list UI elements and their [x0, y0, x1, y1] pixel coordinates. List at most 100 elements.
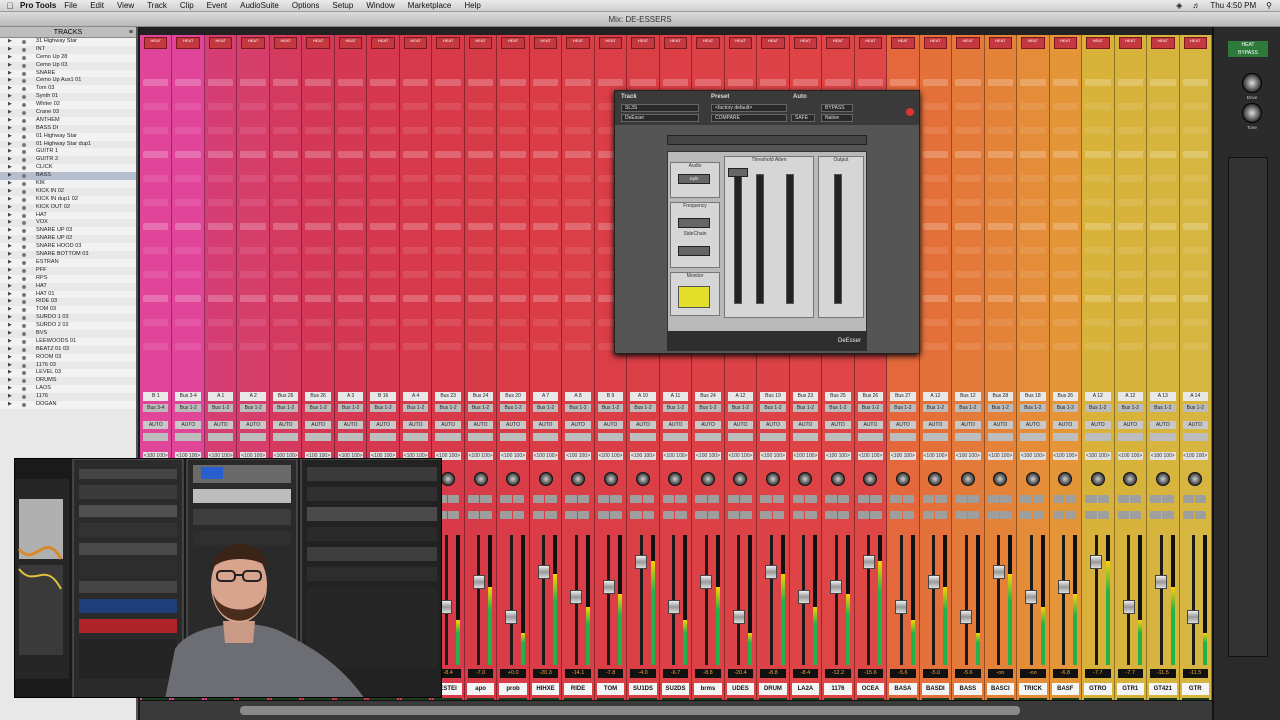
insert-slot[interactable] — [207, 199, 234, 206]
insert-slot[interactable] — [467, 295, 494, 302]
volume-fader[interactable] — [570, 590, 583, 604]
output-selector[interactable]: Bus 1-2 — [175, 404, 201, 412]
insert-slot[interactable] — [272, 103, 299, 110]
insert-slot[interactable] — [922, 127, 949, 134]
insert-heat[interactable]: HEAT — [696, 37, 720, 49]
track-visibility-icon[interactable] — [22, 331, 26, 336]
volume-readout[interactable]: -8.8 — [695, 669, 721, 678]
expand-icon[interactable]: ▶ — [8, 393, 12, 401]
output-selector[interactable]: Bus 1-2 — [955, 404, 981, 412]
insert-slot[interactable] — [272, 343, 299, 350]
pan-knob[interactable] — [733, 472, 748, 486]
track-visibility-icon[interactable] — [22, 47, 26, 52]
expand-icon[interactable]: ▶ — [8, 219, 12, 227]
pan-knob[interactable] — [928, 472, 943, 486]
track-visibility-icon[interactable] — [22, 150, 26, 155]
insert-slot[interactable] — [337, 151, 364, 158]
insert-slot[interactable] — [1020, 103, 1046, 110]
insert-slot[interactable] — [305, 79, 331, 86]
wifi-icon[interactable]: ◈ — [1176, 1, 1182, 10]
group-selector[interactable] — [760, 433, 786, 441]
insert-slot[interactable] — [1150, 343, 1176, 350]
record-button[interactable] — [565, 495, 577, 503]
output-selector[interactable]: Bus 1-2 — [532, 404, 559, 412]
input-monitor-button[interactable] — [1000, 495, 1012, 503]
insert-slot[interactable] — [1117, 343, 1144, 350]
track-list-item[interactable]: ▶ BASS — [0, 172, 136, 181]
track-list-item[interactable]: ▶ INT — [0, 46, 136, 54]
insert-slot[interactable] — [955, 247, 981, 254]
insert-slot[interactable] — [630, 79, 656, 86]
insert-slot[interactable] — [1150, 199, 1176, 206]
insert-slot[interactable] — [1150, 79, 1176, 86]
track-list-item[interactable]: ▶ Cemo Up Aux1 01 — [0, 77, 136, 85]
insert-slot[interactable] — [1020, 79, 1046, 86]
group-selector[interactable] — [1085, 433, 1111, 441]
pan-knob[interactable] — [1025, 472, 1040, 486]
insert-slot[interactable] — [207, 151, 234, 158]
input-monitor-button[interactable] — [642, 495, 655, 503]
input-selector[interactable]: A 13 — [1150, 392, 1176, 401]
clock[interactable]: Thu 4:50 PM — [1210, 1, 1256, 10]
solo-button[interactable] — [695, 510, 707, 519]
insert-slot[interactable] — [240, 319, 266, 326]
insert-slot[interactable] — [987, 271, 1014, 278]
track-selector[interactable]: SL3S — [621, 104, 699, 112]
record-button[interactable] — [532, 495, 545, 503]
insert-slot[interactable] — [987, 79, 1014, 86]
insert-slot[interactable] — [370, 319, 396, 326]
pan-knob[interactable] — [700, 472, 715, 486]
insert-slot[interactable] — [955, 295, 981, 302]
insert-slot[interactable] — [955, 199, 981, 206]
automation-mode[interactable]: AUTO — [662, 421, 689, 429]
insert-slot[interactable] — [467, 223, 494, 230]
insert-slot[interactable] — [370, 79, 396, 86]
insert-slot[interactable] — [500, 223, 526, 230]
pan-knob[interactable] — [1090, 472, 1105, 486]
expand-icon[interactable]: ▶ — [8, 180, 12, 188]
automation-mode[interactable]: AUTO — [597, 421, 624, 429]
track-name-button[interactable]: BASA — [889, 683, 917, 695]
insert-slot[interactable] — [402, 175, 429, 182]
insert-slot[interactable] — [825, 79, 851, 86]
expand-icon[interactable]: ▶ — [8, 267, 12, 275]
automation-mode[interactable]: AUTO — [890, 421, 916, 429]
insert-heat[interactable]: HEAT — [988, 37, 1013, 49]
track-name-button[interactable]: DRUM — [759, 683, 787, 695]
pan-knob[interactable] — [603, 472, 618, 486]
track-list-item[interactable]: ▶ HAT — [0, 211, 136, 220]
insert-slot[interactable] — [305, 295, 331, 302]
expand-icon[interactable]: ▶ — [8, 93, 12, 101]
group-selector[interactable] — [175, 433, 201, 441]
volume-fader[interactable] — [1057, 580, 1070, 594]
insert-slot[interactable] — [565, 175, 591, 182]
insert-slot[interactable] — [370, 175, 396, 182]
track-name-button[interactable]: BASDI — [921, 683, 950, 695]
input-selector[interactable]: Bus 26 — [272, 392, 299, 401]
track-visibility-icon[interactable] — [22, 221, 26, 226]
volume-readout[interactable]: -oo — [987, 669, 1014, 678]
insert-slot[interactable] — [955, 319, 981, 326]
track-name-button[interactable]: LA2A — [791, 683, 820, 695]
insert-slot[interactable] — [1117, 127, 1144, 134]
insert-slot[interactable] — [987, 223, 1014, 230]
record-button[interactable] — [922, 495, 935, 503]
track-visibility-icon[interactable] — [22, 95, 26, 100]
mute-button[interactable] — [772, 510, 785, 519]
volume-readout[interactable]: -14.1 — [565, 669, 591, 678]
menu-edit[interactable]: Edit — [90, 1, 104, 10]
track-visibility-icon[interactable] — [22, 402, 26, 407]
record-button[interactable] — [987, 495, 1000, 503]
track-list-item[interactable]: ▶ RIDE 03 — [0, 298, 136, 306]
insert-slot[interactable] — [1052, 343, 1079, 350]
track-list-item[interactable]: ▶ GUITR 1 — [0, 148, 136, 157]
input-monitor-button[interactable] — [610, 495, 622, 503]
output-selector[interactable]: Bus 1-2 — [337, 404, 364, 412]
track-visibility-icon[interactable] — [22, 379, 26, 384]
insert-slot[interactable] — [890, 79, 916, 86]
insert-slot[interactable] — [1182, 103, 1208, 110]
insert-slot[interactable] — [922, 343, 949, 350]
insert-slot[interactable] — [1182, 295, 1208, 302]
automation-mode[interactable]: AUTO — [1020, 421, 1046, 429]
automation-mode[interactable]: AUTO — [337, 421, 364, 429]
